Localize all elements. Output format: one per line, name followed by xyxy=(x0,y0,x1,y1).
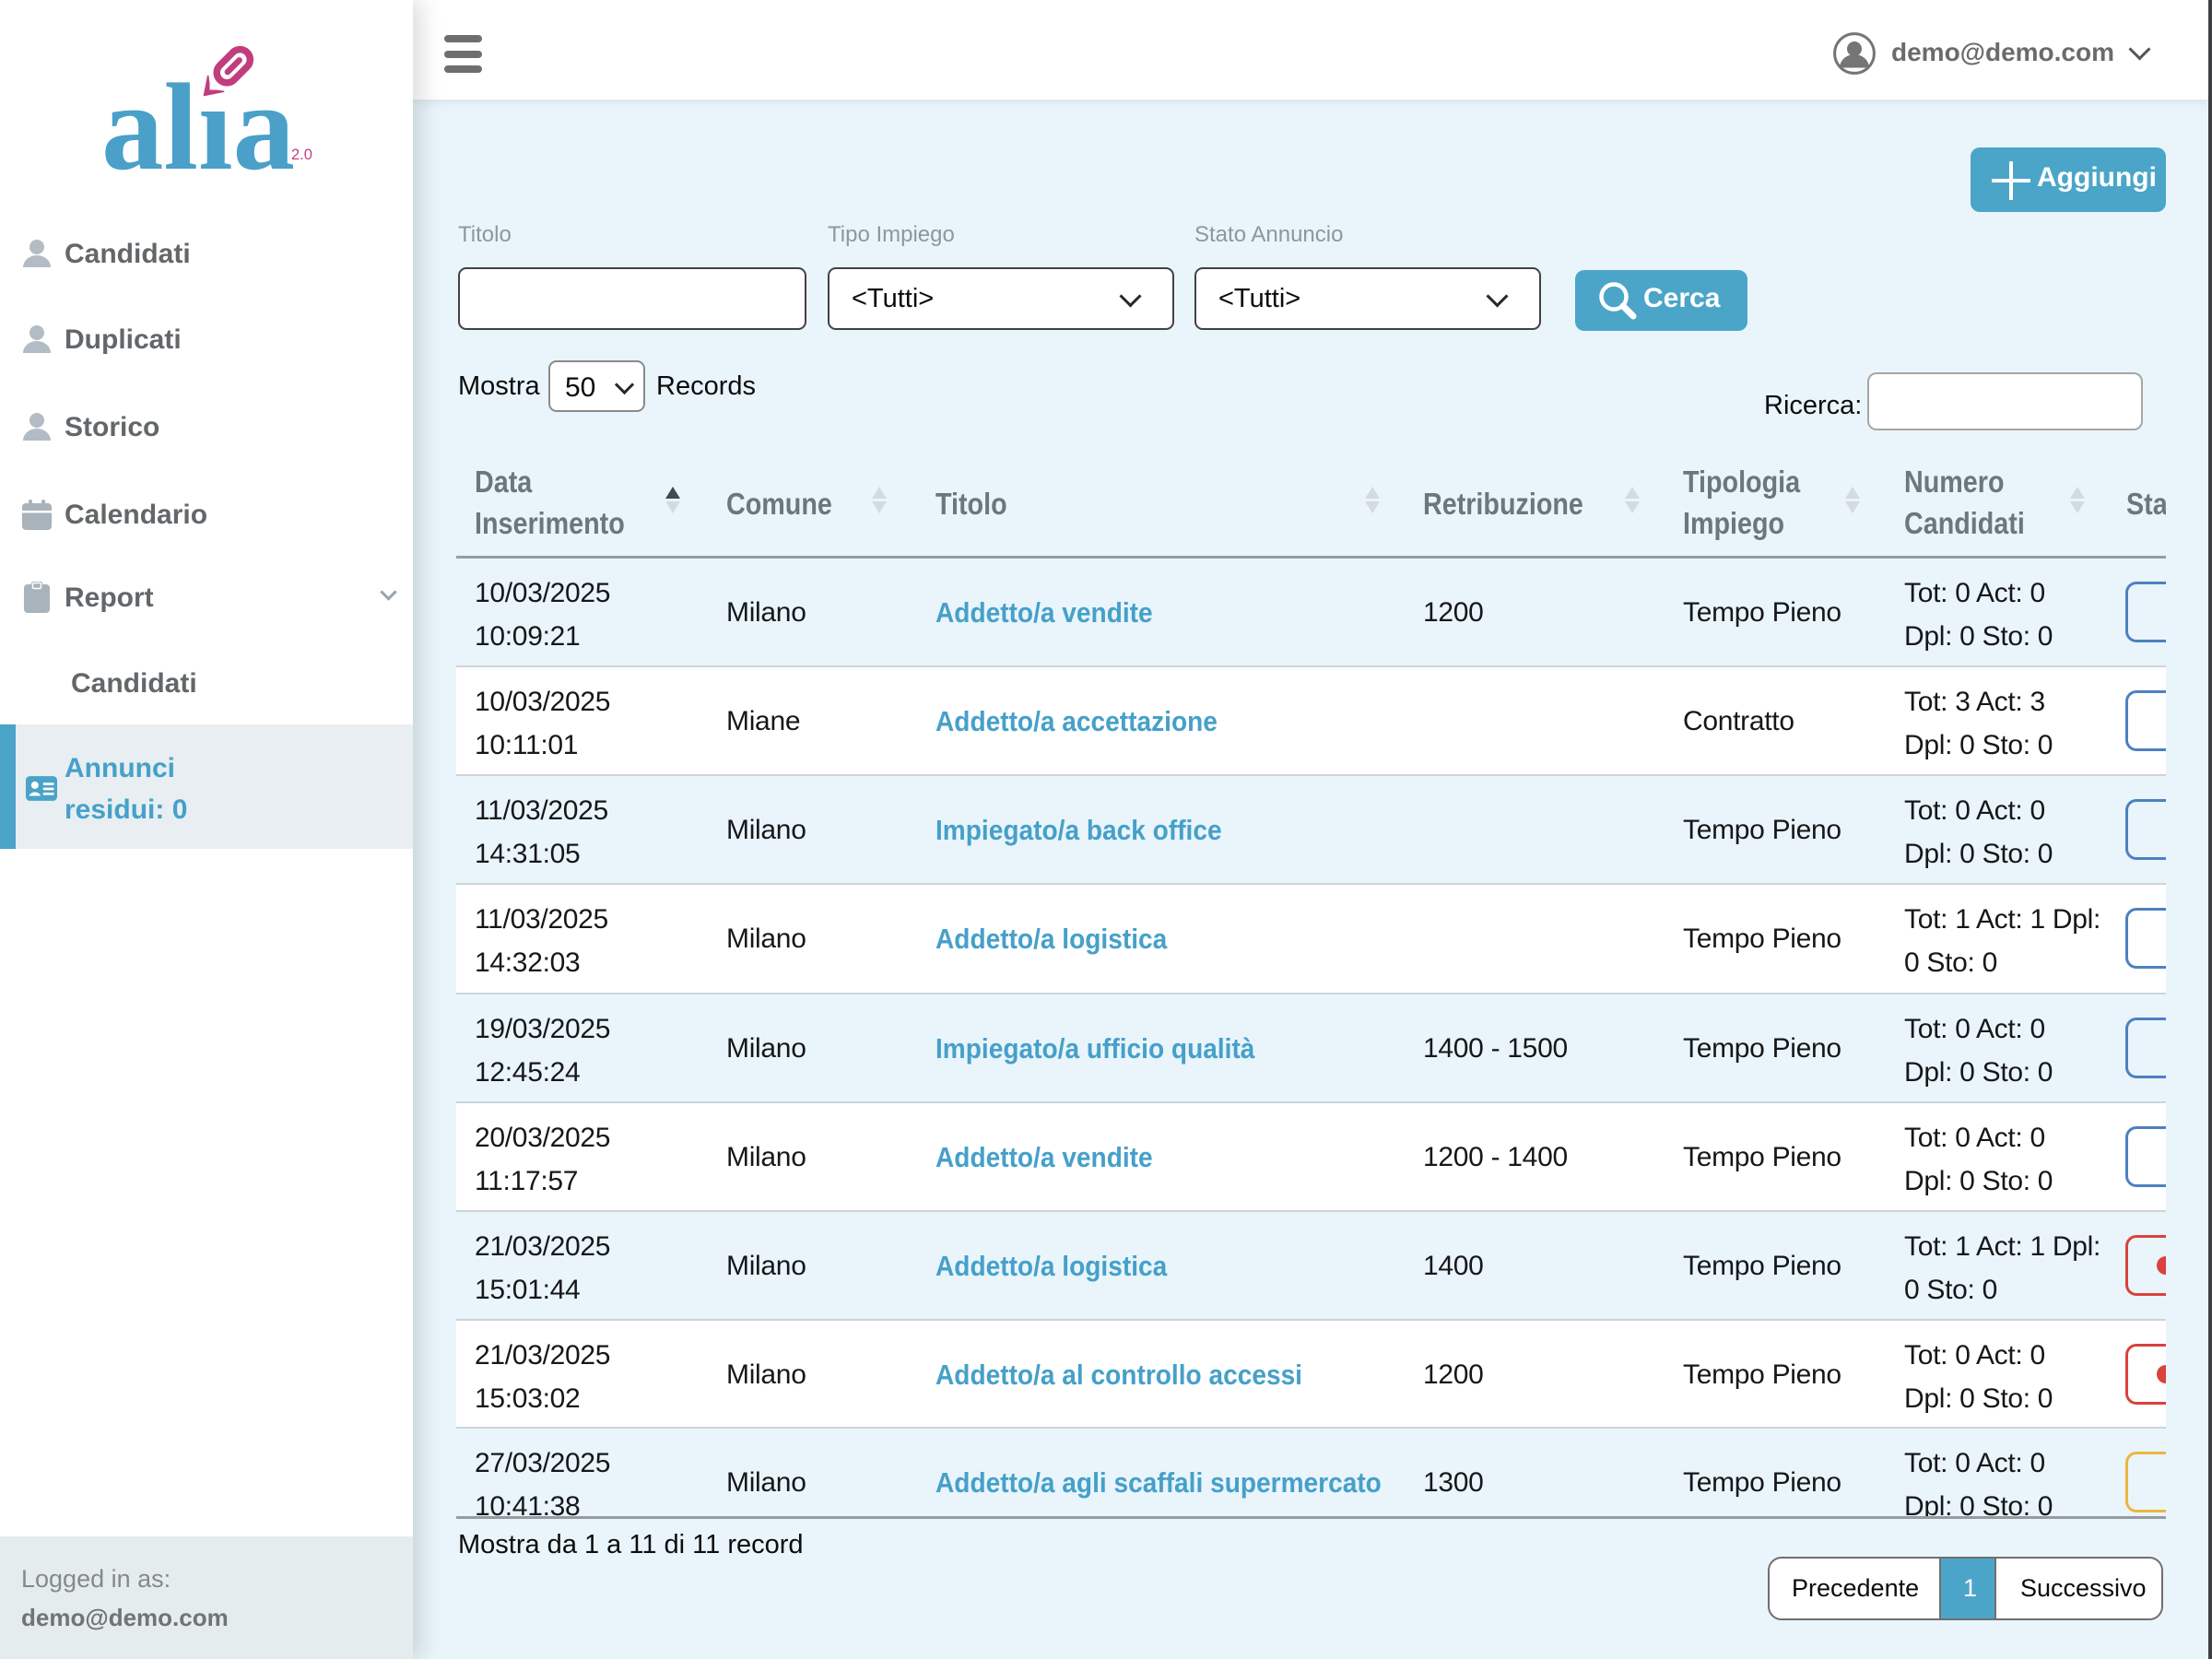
svg-text:alıa: alıa xyxy=(101,59,295,184)
svg-text:2.0: 2.0 xyxy=(291,147,312,163)
